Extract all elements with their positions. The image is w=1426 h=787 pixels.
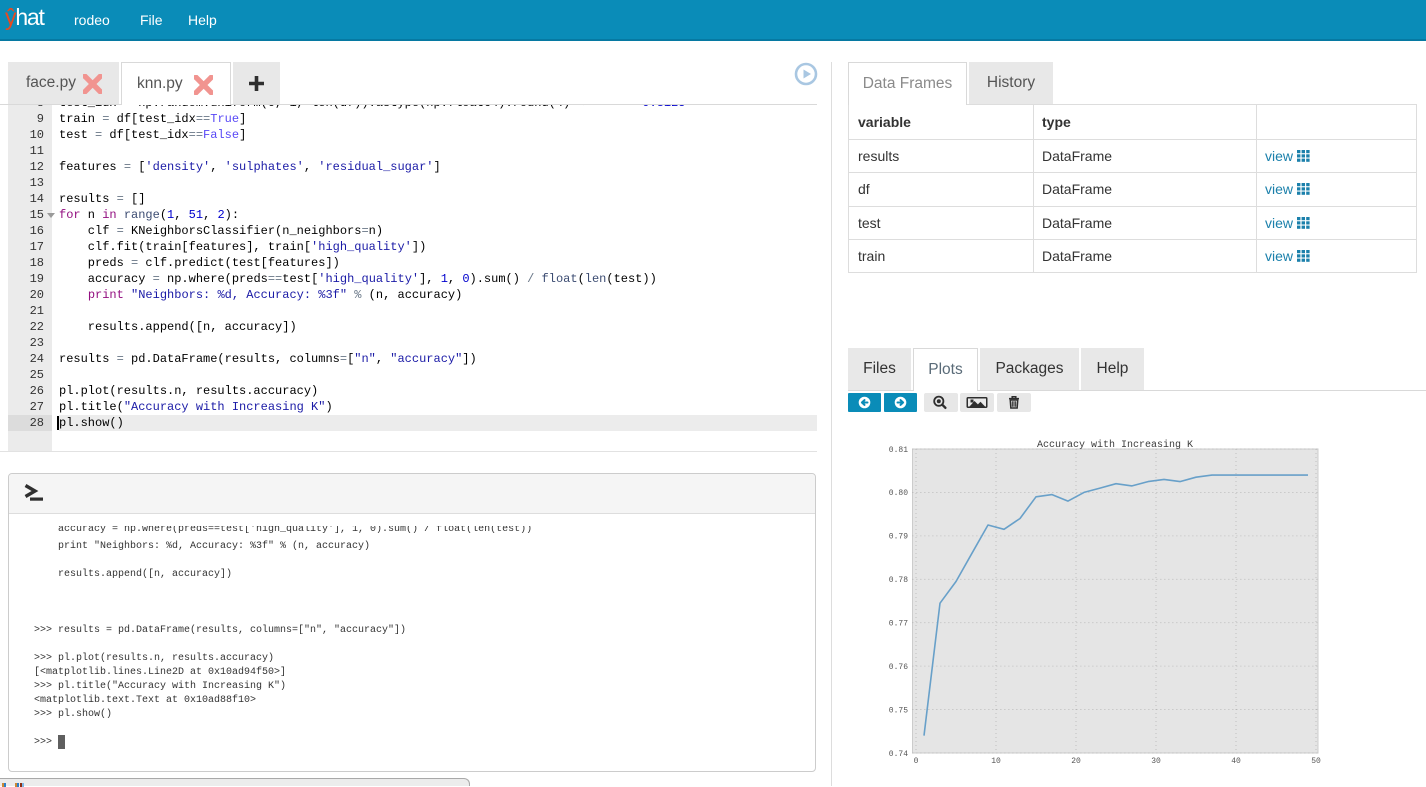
svg-text:20: 20 — [1071, 757, 1081, 766]
svg-text:0.79: 0.79 — [889, 533, 908, 542]
svg-text:0.81: 0.81 — [889, 446, 908, 455]
svg-text:0.76: 0.76 — [889, 663, 908, 672]
svg-text:Accuracy with Increasing K: Accuracy with Increasing K — [1037, 439, 1193, 451]
svg-text:0: 0 — [914, 757, 919, 766]
svg-text:40: 40 — [1231, 757, 1241, 766]
svg-text:0.74: 0.74 — [889, 750, 908, 759]
svg-text:50: 50 — [1311, 757, 1321, 766]
svg-text:0.78: 0.78 — [889, 576, 908, 585]
svg-text:0.77: 0.77 — [889, 620, 908, 629]
svg-text:0.75: 0.75 — [889, 706, 908, 715]
svg-text:10: 10 — [991, 757, 1001, 766]
svg-text:30: 30 — [1151, 757, 1161, 766]
svg-text:0.80: 0.80 — [889, 489, 908, 498]
